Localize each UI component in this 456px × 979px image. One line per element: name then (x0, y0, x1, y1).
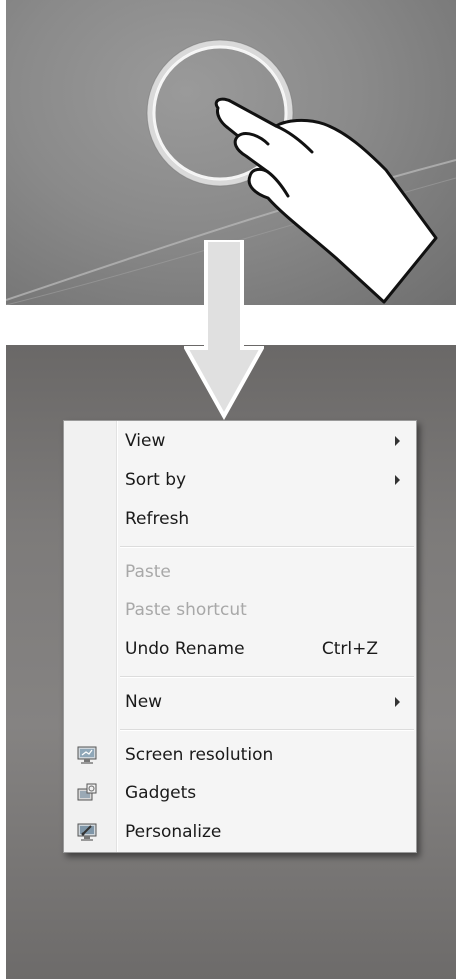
menu-item-refresh[interactable]: Refresh (64, 500, 416, 538)
menu-separator (120, 729, 414, 731)
menu-item-label: Paste shortcut (125, 600, 247, 620)
menu-item-screen-resolution[interactable]: Screen resolution (64, 736, 416, 774)
menu-item-gadgets[interactable]: Gadgets (64, 774, 416, 812)
desktop-context-menu: View Sort by Refresh Paste Paste shortcu… (63, 420, 417, 853)
menu-item-shortcut: Ctrl+Z (321, 639, 378, 659)
menu-item-label: Personalize (125, 822, 222, 842)
menu-item-label: New (125, 692, 163, 712)
gadgets-icon (77, 783, 97, 801)
menu-separator (120, 546, 414, 548)
menu-item-personalize[interactable]: Personalize (64, 813, 416, 851)
menu-item-paste: Paste (64, 553, 416, 591)
menu-item-undo-rename[interactable]: Undo Rename Ctrl+Z (64, 630, 416, 668)
personalize-icon (77, 823, 97, 841)
submenu-arrow-icon (395, 475, 400, 485)
menu-item-label: Sort by (125, 470, 187, 490)
submenu-arrow-icon (395, 697, 400, 707)
menu-item-new[interactable]: New (64, 683, 416, 721)
menu-item-label: Paste (125, 562, 171, 582)
menu-item-view[interactable]: View (64, 422, 416, 460)
submenu-arrow-icon (395, 436, 400, 446)
menu-item-label: Screen resolution (125, 745, 274, 765)
menu-item-label: Gadgets (125, 783, 197, 803)
menu-item-label: View (125, 431, 166, 451)
menu-item-paste-shortcut: Paste shortcut (64, 591, 416, 629)
down-arrow-icon (184, 240, 264, 420)
display-settings-icon (77, 746, 97, 764)
menu-separator (120, 676, 414, 678)
menu-item-label: Undo Rename (125, 639, 245, 659)
menu-item-sort-by[interactable]: Sort by (64, 461, 416, 499)
menu-item-label: Refresh (125, 509, 190, 529)
